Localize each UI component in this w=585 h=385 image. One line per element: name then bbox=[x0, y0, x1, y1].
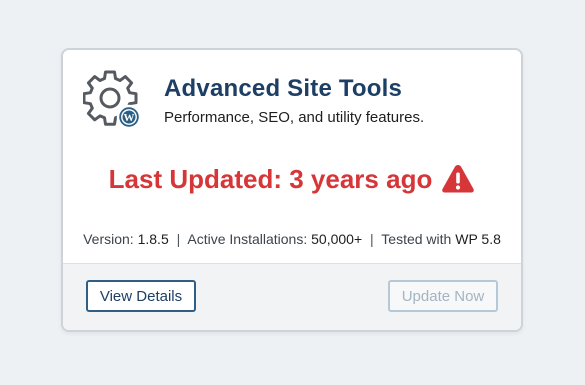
plugin-meta: Version: 1.8.5 | Active Installations: 5… bbox=[63, 231, 521, 247]
meta-separator: | bbox=[176, 231, 181, 247]
meta-separator: | bbox=[370, 231, 374, 247]
plugin-description: Performance, SEO, and utility features. bbox=[164, 109, 425, 126]
wordpress-logo-icon: W bbox=[116, 104, 142, 130]
plugin-card-footer: View Details Update Now bbox=[63, 263, 521, 330]
last-updated-notice: Last Updated: 3 years ago bbox=[63, 163, 521, 195]
last-updated-text: Last Updated: 3 years ago bbox=[108, 163, 433, 194]
plugin-card-body: W Advanced Site Tools Performance, SEO, … bbox=[63, 50, 521, 266]
svg-text:W: W bbox=[124, 112, 135, 124]
plugin-card: W Advanced Site Tools Performance, SEO, … bbox=[61, 48, 523, 332]
update-now-button[interactable]: Update Now bbox=[388, 280, 498, 312]
installs-value: 50,000+ bbox=[311, 231, 363, 247]
version-value: 1.8.5 bbox=[137, 231, 169, 247]
gear-icon: W bbox=[82, 70, 145, 132]
installs-label: Active Installations: bbox=[187, 231, 308, 247]
warning-icon bbox=[441, 163, 475, 195]
plugin-title: Advanced Site Tools bbox=[164, 75, 403, 102]
version-label: Version: bbox=[83, 231, 134, 247]
tested-value: WP 5.8 bbox=[455, 231, 501, 247]
view-details-button[interactable]: View Details bbox=[86, 280, 196, 312]
tested-label: Tested with bbox=[381, 231, 452, 247]
